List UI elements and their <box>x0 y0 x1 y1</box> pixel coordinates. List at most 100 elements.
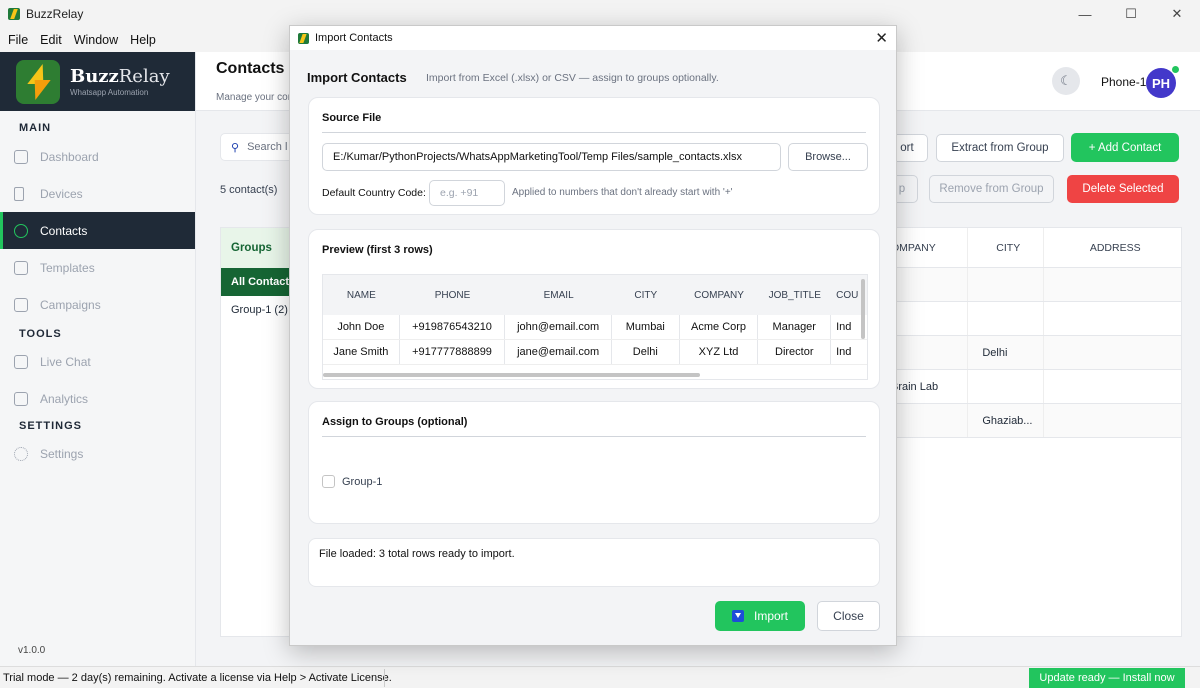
preview-horizontal-scrollbar[interactable] <box>323 373 700 377</box>
table-row[interactable]: Delhi <box>887 336 1181 370</box>
dialog-close-icon[interactable]: ✕ <box>875 29 888 47</box>
megaphone-icon <box>14 297 28 312</box>
preview-col-company: COMPANY <box>694 289 744 301</box>
preview-vertical-scrollbar[interactable] <box>861 279 865 339</box>
update-install-button[interactable]: Update ready — Install now <box>1029 668 1185 688</box>
preview-col-job-title: JOB_TITLE <box>768 289 821 301</box>
page-title: Contacts <box>216 60 285 77</box>
sidebar: BuzzRelay Whatsapp Automation MAIN Dashb… <box>0 52 196 666</box>
divider <box>322 436 866 437</box>
table-row[interactable] <box>887 302 1181 336</box>
menu-help[interactable]: Help <box>124 33 162 47</box>
section-main: MAIN <box>19 122 52 134</box>
close-window-button[interactable]: ✕ <box>1154 0 1200 28</box>
window-title: BuzzRelay <box>26 7 84 21</box>
delete-selected-button[interactable]: Delete Selected <box>1067 175 1179 203</box>
close-button[interactable]: Close <box>817 601 880 631</box>
sidebar-item-settings[interactable]: Settings <box>0 435 195 472</box>
grid-icon <box>14 149 28 164</box>
maximize-button[interactable]: ☐ <box>1108 0 1154 28</box>
trial-status-text: Trial mode — 2 day(s) remaining. Activat… <box>3 672 392 684</box>
status-divider <box>384 669 385 687</box>
status-bar: Trial mode — 2 day(s) remaining. Activat… <box>0 666 1200 688</box>
contact-count: 5 contact(s) <box>220 184 278 196</box>
menu-file[interactable]: File <box>2 33 34 47</box>
table-header: OMPANY CITY ADDRESS <box>887 228 1181 268</box>
logo-icon <box>16 59 60 104</box>
import-button[interactable]: Import <box>715 601 805 631</box>
dialog-heading: Import Contacts <box>307 70 407 85</box>
file-path-field[interactable]: E:/Kumar/PythonProjects/WhatsAppMarketin… <box>322 143 781 171</box>
assign-groups-title: Assign to Groups (optional) <box>322 416 468 428</box>
import-status-message: File loaded: 3 total rows ready to impor… <box>319 548 515 560</box>
group-1-checkbox[interactable] <box>322 475 335 488</box>
dialog-titlebar: Import Contacts ✕ <box>290 26 896 50</box>
extract-from-group-button[interactable]: Extract from Group <box>936 134 1064 162</box>
download-icon <box>731 610 744 622</box>
import-status-panel: File loaded: 3 total rows ready to impor… <box>308 538 880 587</box>
brand-subtitle: Whatsapp Automation <box>70 88 149 97</box>
divider <box>322 132 866 133</box>
table-row[interactable]: Brain Lab <box>887 370 1181 404</box>
sidebar-item-dashboard[interactable]: Dashboard <box>0 138 195 175</box>
source-file-title: Source File <box>322 112 382 124</box>
theme-toggle-moon-icon[interactable]: ☾ <box>1052 67 1080 95</box>
table-row[interactable] <box>887 268 1181 302</box>
remove-from-group-button[interactable]: Remove from Group <box>929 175 1054 203</box>
minimize-button[interactable]: — <box>1062 0 1108 28</box>
sidebar-item-analytics[interactable]: Analytics <box>0 380 195 417</box>
online-status-dot <box>1172 66 1179 73</box>
app-version: v1.0.0 <box>18 645 46 656</box>
sidebar-item-campaigns[interactable]: Campaigns <box>0 286 195 323</box>
preview-col-email: EMAIL <box>543 289 574 301</box>
brand: BuzzRelay Whatsapp Automation <box>0 52 195 111</box>
menu-window[interactable]: Window <box>68 33 124 47</box>
document-icon <box>14 260 28 275</box>
table-row[interactable]: Ghaziab... <box>887 404 1181 438</box>
sidebar-item-devices[interactable]: Devices <box>0 175 195 212</box>
sidebar-item-templates[interactable]: Templates <box>0 249 195 286</box>
window-titlebar: BuzzRelay — ☐ ✕ <box>0 0 1200 28</box>
section-tools: TOOLS <box>19 328 62 340</box>
app-icon <box>8 8 20 20</box>
sidebar-item-contacts[interactable]: Contacts <box>0 212 195 249</box>
group-item-group-1[interactable]: Group-1 (2) <box>221 296 299 324</box>
preview-col-city: CITY <box>634 289 658 301</box>
preview-card: Preview (first 3 rows) NAME PHONE EMAIL … <box>308 229 880 389</box>
country-code-input[interactable]: e.g. +91 <box>429 180 505 206</box>
assign-groups-card: Assign to Groups (optional) Group-1 <box>308 401 880 524</box>
preview-row: John Doe +919876543210 john@email.com Mu… <box>323 315 867 340</box>
group-1-checkbox-label[interactable]: Group-1 <box>342 476 382 488</box>
column-header-address[interactable]: ADDRESS <box>1044 228 1181 267</box>
sidebar-item-live-chat[interactable]: Live Chat <box>0 343 195 380</box>
page-subtitle: Manage your con <box>216 92 294 103</box>
column-header-city[interactable]: CITY <box>968 228 1044 267</box>
groups-panel: Groups All Contacts Group-1 (2) <box>220 227 300 637</box>
country-code-hint: Applied to numbers that don't already st… <box>512 187 733 198</box>
bar-chart-icon <box>14 391 28 406</box>
app-icon <box>298 32 309 44</box>
menu-edit[interactable]: Edit <box>34 33 68 47</box>
phone-icon <box>14 186 24 201</box>
group-item-all[interactable]: All Contacts <box>221 268 299 296</box>
avatar[interactable]: PH <box>1146 68 1176 98</box>
preview-row: Jane Smith +917777888899 jane@email.com … <box>323 340 867 365</box>
dialog-window-title: Import Contacts <box>315 32 393 44</box>
dialog-subheading: Import from Excel (.xlsx) or CSV — assig… <box>426 72 719 84</box>
groups-title: Groups <box>221 228 299 268</box>
import-contacts-dialog: Import Contacts ✕ Import Contacts Import… <box>289 25 897 646</box>
person-icon <box>14 223 28 238</box>
preview-col-name: NAME <box>346 289 376 301</box>
preview-header-row: NAME PHONE EMAIL CITY COMPANY JOB_TITLE … <box>323 275 867 315</box>
country-code-label: Default Country Code: <box>322 187 426 199</box>
chat-icon <box>14 354 28 369</box>
gear-icon <box>14 446 28 461</box>
preview-col-phone: PHONE <box>434 289 471 301</box>
brand-name: BuzzRelay <box>70 66 170 87</box>
section-settings: SETTINGS <box>19 420 83 432</box>
search-icon: ⚲ <box>231 141 240 154</box>
preview-title: Preview (first 3 rows) <box>322 244 433 256</box>
browse-button[interactable]: Browse... <box>788 143 868 171</box>
column-header-company[interactable]: OMPANY <box>887 228 969 267</box>
add-contact-button[interactable]: + Add Contact <box>1071 133 1179 162</box>
